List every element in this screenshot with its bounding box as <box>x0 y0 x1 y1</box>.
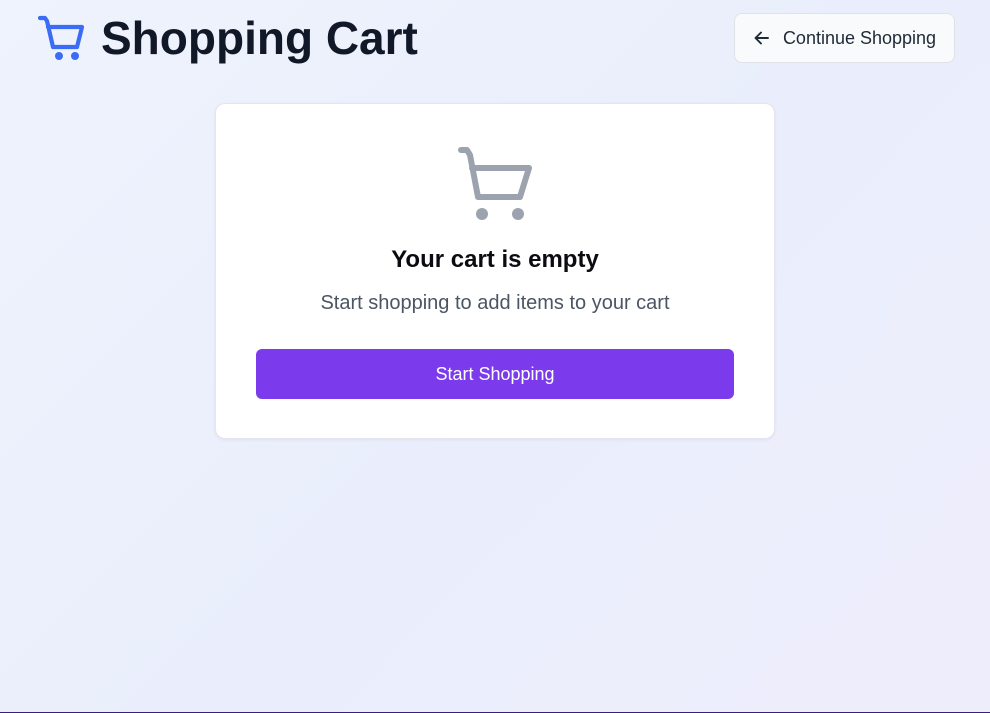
continue-shopping-label: Continue Shopping <box>782 27 937 48</box>
empty-cart-card: Your cart is empty Start shopping to add… <box>215 103 775 439</box>
shopping-cart-icon <box>458 146 534 222</box>
continue-shopping-button[interactable]: Continue Shopping <box>734 13 955 63</box>
page-title: Shopping Cart <box>101 12 418 64</box>
empty-cart-subtitle: Start shopping to add items to your cart <box>320 292 670 314</box>
arrow-left-icon <box>753 29 771 47</box>
empty-cart-title: Your cart is empty <box>391 246 599 273</box>
brand: Shopping Cart <box>37 12 418 64</box>
start-shopping-button[interactable]: Start Shopping <box>256 349 734 399</box>
page-header: Shopping Cart Continue Shopping <box>0 0 990 80</box>
shopping-cart-icon <box>37 13 85 63</box>
